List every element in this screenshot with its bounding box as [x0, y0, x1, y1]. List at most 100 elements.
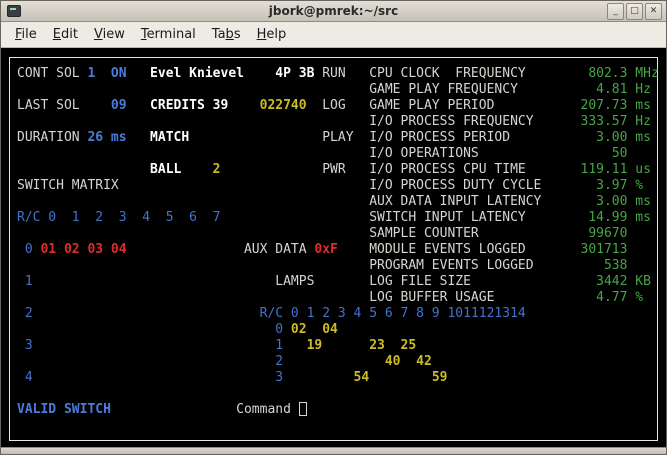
stat-unit: ms	[635, 194, 651, 209]
stat-value: 538	[603, 258, 628, 273]
switch-row-label: 4	[24, 370, 33, 385]
menubar: File Edit View Terminal Tabs Help	[1, 22, 666, 48]
lamp-on: 40	[384, 354, 401, 369]
stat-unit: us	[635, 162, 651, 177]
duration-unit: ms	[110, 130, 127, 145]
menu-edit[interactable]: Edit	[45, 23, 86, 46]
switch-row-label: 0	[24, 242, 33, 257]
lamp-on: 42	[416, 354, 432, 369]
active-switch: 04	[110, 242, 127, 257]
stat-label: LOG BUFFER USAGE	[369, 290, 495, 305]
lamp-on: 59	[431, 370, 448, 385]
stat-label: AUX DATA INPUT LATENCY	[369, 194, 542, 209]
cont-sol-label: CONT SOL	[17, 66, 80, 81]
credits-value: 39	[212, 98, 229, 113]
stat-value: 333.57	[580, 114, 628, 129]
active-switch: 02	[63, 242, 80, 257]
terminal-cursor	[298, 402, 307, 416]
stat-label: SAMPLE COUNTER	[369, 226, 479, 241]
log-indicator: LOG	[322, 98, 346, 113]
stat-value: 3.00	[596, 130, 628, 145]
stat-label: CPU CLOCK FREQUENCY	[369, 66, 526, 81]
terminal-window: jbork@pmrek:~/src _ □ ✕ File Edit View T…	[0, 0, 667, 455]
ball-value: 2	[212, 162, 221, 177]
credits-label: CREDITS	[150, 98, 205, 113]
stat-value: 4.81	[596, 82, 628, 97]
stat-label: GAME PLAY FREQUENCY	[369, 82, 518, 97]
last-sol-label: LAST SOL	[17, 98, 80, 113]
menu-terminal[interactable]: Terminal	[133, 23, 204, 46]
stat-unit: %	[635, 290, 644, 305]
close-icon: ✕	[649, 6, 658, 16]
stat-unit: MHz	[635, 66, 659, 81]
lamp-row-label: 2	[275, 354, 284, 369]
stat-label: I/O PROCESS PERIOD	[369, 130, 511, 145]
menu-tabs[interactable]: Tabs	[204, 23, 249, 46]
play-indicator: PLAY	[322, 130, 354, 145]
maximize-button[interactable]: □	[626, 3, 643, 20]
stat-label: GAME PLAY PERIOD	[369, 98, 495, 113]
cont-sol-number: 1	[87, 66, 96, 81]
terminal-screen[interactable]: CONT SOL 1 ON Evel Knievel 4P 3B RUN LAS…	[1, 48, 666, 447]
titlebar[interactable]: jbork@pmrek:~/src _ □ ✕	[1, 1, 666, 22]
lamps-title: LAMPS	[275, 274, 315, 289]
minimize-button[interactable]: _	[607, 3, 624, 20]
stat-value: 50	[611, 146, 628, 161]
stat-label: I/O PROCESS CPU TIME	[369, 162, 526, 177]
duration-label: DURATION	[17, 130, 80, 145]
lamp-on: 04	[322, 322, 338, 337]
aux-data-label: AUX DATA	[243, 242, 307, 257]
menu-file[interactable]: File	[7, 23, 45, 46]
stat-unit: KB	[635, 274, 651, 289]
stat-label: MODULE EVENTS LOGGED	[369, 242, 526, 257]
close-button[interactable]: ✕	[645, 3, 662, 20]
pwr-indicator: PWR	[322, 162, 346, 177]
menu-help[interactable]: Help	[249, 23, 295, 46]
minimize-icon: _	[613, 6, 618, 16]
stat-label: PROGRAM EVENTS LOGGED	[369, 258, 534, 273]
stat-label: I/O PROCESS FREQUENCY	[369, 114, 534, 129]
stat-unit: Hz	[635, 114, 651, 129]
window-resize-edge[interactable]	[1, 447, 666, 454]
stat-unit: ms	[635, 210, 651, 225]
lamp-on: 25	[400, 338, 417, 353]
stat-label: I/O PROCESS DUTY CYCLE	[369, 178, 542, 193]
players-balls: 4P 3B	[275, 66, 315, 81]
stat-value: 119.11	[580, 162, 628, 177]
ball-label: BALL	[150, 162, 182, 177]
stat-value: 3442	[596, 274, 628, 289]
lamp-on: 54	[353, 370, 370, 385]
menu-view[interactable]: View	[86, 23, 133, 46]
run-indicator: RUN	[322, 66, 346, 81]
switch-matrix-title: SWITCH MATRIX	[17, 178, 119, 193]
valid-switch-label: VALID SWITCH	[17, 402, 111, 417]
stat-unit: %	[635, 178, 644, 193]
stat-value: 4.77	[596, 290, 628, 305]
score-display: 022740	[259, 98, 307, 113]
lamp-on: 19	[306, 338, 323, 353]
window-title: jbork@pmrek:~/src	[268, 3, 399, 18]
stat-value: 14.99	[588, 210, 628, 225]
stat-value: 802.3	[588, 66, 628, 81]
lamp-row-label: 0	[275, 322, 284, 337]
switch-row-label: 1	[24, 274, 33, 289]
lamp-row-label: 3	[275, 370, 284, 385]
stat-value: 301713	[580, 242, 628, 257]
active-switch: 01	[40, 242, 57, 257]
active-switch: 03	[87, 242, 104, 257]
switch-row-label: 3	[24, 338, 33, 353]
lamp-on: 23	[369, 338, 385, 353]
duration-value: 26	[87, 130, 104, 145]
lamp-matrix-header: R/C 0 1 2 3 4 5 6 7 8 9 1011121314	[259, 306, 526, 321]
terminal-app-icon	[7, 5, 21, 17]
maximize-icon: □	[630, 6, 639, 16]
lamp-on: 02	[290, 322, 307, 337]
match-label: MATCH	[150, 130, 190, 145]
stat-unit: ms	[635, 98, 651, 113]
stat-unit: Hz	[635, 82, 651, 97]
stat-value: 3.00	[596, 194, 628, 209]
stat-value: 207.73	[580, 98, 628, 113]
last-sol-value: 09	[110, 98, 127, 113]
game-title: Evel Knievel	[150, 66, 244, 81]
cont-sol-state: ON	[110, 66, 127, 81]
